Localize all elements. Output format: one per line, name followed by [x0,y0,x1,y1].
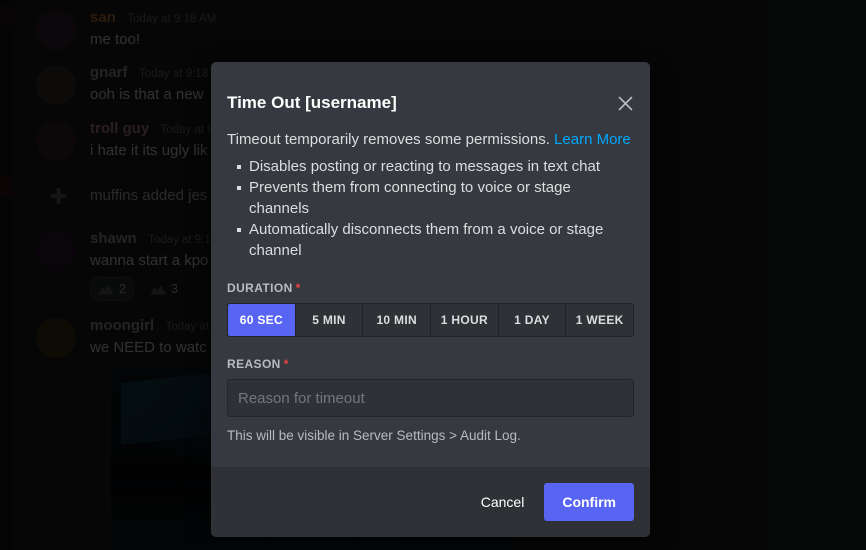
duration-option-1-hour[interactable]: 1 HOUR [431,304,499,336]
duration-option-10-min[interactable]: 10 MIN [363,304,432,336]
duration-label-text: DURATION [227,281,293,295]
cancel-button[interactable]: Cancel [465,483,541,521]
timeout-effects-list: Disables posting or reacting to messages… [227,156,634,261]
modal-title: Time Out [username] [227,93,397,112]
modal-footer: Cancel Confirm [211,467,650,537]
confirm-button[interactable]: Confirm [544,483,634,521]
learn-more-link[interactable]: Learn More [554,131,631,148]
duration-label: DURATION * [227,280,634,296]
duration-option-5-min[interactable]: 5 MIN [295,304,364,336]
close-icon[interactable] [612,90,638,116]
reason-label: REASON * [227,356,634,372]
reason-input[interactable] [227,379,634,417]
duration-option-1-day[interactable]: 1 DAY [498,304,567,336]
required-marker: * [295,281,301,295]
modal-header: Time Out [username] [211,62,650,114]
timeout-description-text: Timeout temporarily removes some permiss… [227,131,550,148]
duration-selector: 60 SEC 5 MIN 10 MIN 1 HOUR 1 DAY 1 WEEK [227,303,634,337]
list-item: Prevents them from connecting to voice o… [237,177,634,219]
required-marker: * [283,357,289,371]
list-item: Disables posting or reacting to messages… [237,156,634,177]
modal-body: Timeout temporarily removes some permiss… [211,114,650,467]
timeout-modal: Time Out [username] Timeout temporarily … [211,62,650,537]
duration-option-60-sec[interactable]: 60 SEC [228,304,296,336]
reason-help-text: This will be visible in Server Settings … [227,428,521,443]
list-item: Automatically disconnects them from a vo… [237,219,634,261]
duration-option-1-week[interactable]: 1 WEEK [566,304,633,336]
timeout-description: Timeout temporarily removes some permiss… [227,130,634,150]
reason-label-text: REASON [227,357,281,371]
